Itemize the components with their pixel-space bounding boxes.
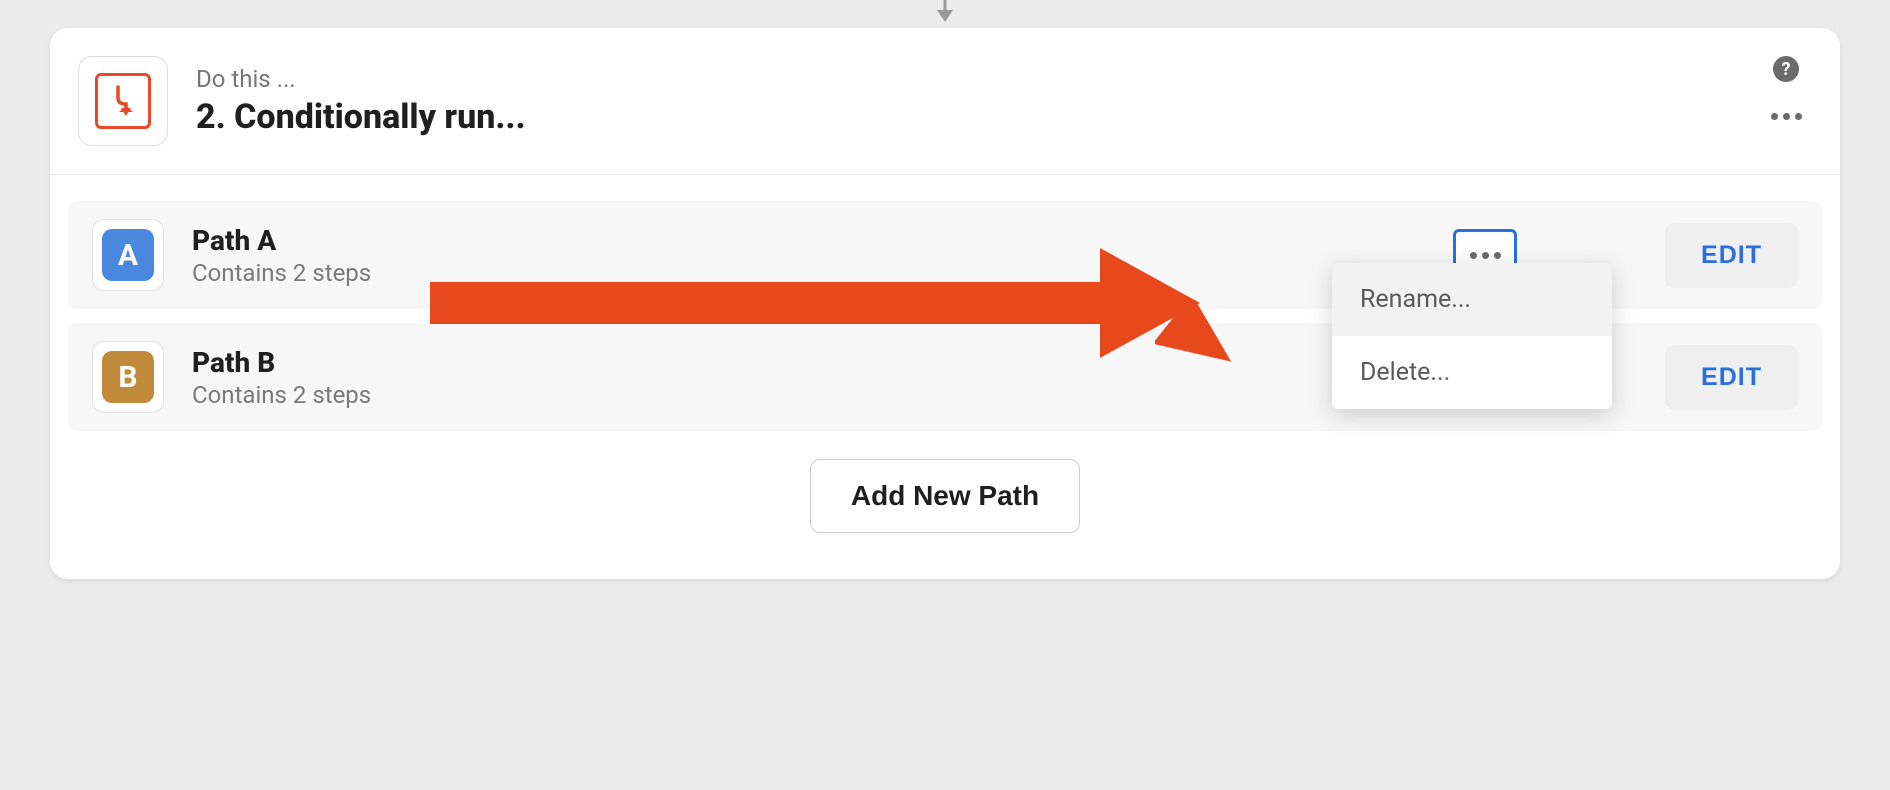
step-label: Do this ... <box>196 65 1800 93</box>
path-name: Path B <box>192 346 1425 379</box>
edit-path-button[interactable]: EDIT <box>1665 345 1798 410</box>
path-badge-container: A <box>92 219 164 291</box>
path-name: Path A <box>192 224 1425 257</box>
path-text-group: Path B Contains 2 steps <box>192 346 1425 409</box>
path-subtitle: Contains 2 steps <box>192 381 1425 409</box>
path-context-menu: Rename... Delete... <box>1332 263 1612 409</box>
path-badge-container: B <box>92 341 164 413</box>
path-subtitle: Contains 2 steps <box>192 259 1425 287</box>
path-text-group: Path A Contains 2 steps <box>192 224 1425 287</box>
step-title: 2. Conditionally run... <box>196 97 1800 137</box>
header-text-group: Do this ... 2. Conditionally run... <box>196 65 1800 137</box>
add-new-path-button[interactable]: Add New Path <box>810 459 1080 533</box>
path-badge-b: B <box>102 351 154 403</box>
paths-step-card: Do this ... 2. Conditionally run... ? A … <box>50 28 1840 579</box>
card-header: Do this ... 2. Conditionally run... ? <box>50 28 1840 175</box>
step-app-icon-container <box>78 56 168 146</box>
rename-menu-item[interactable]: Rename... <box>1332 263 1612 336</box>
card-body: A Path A Contains 2 steps EDIT Rename...… <box>50 175 1840 579</box>
path-row-a[interactable]: A Path A Contains 2 steps EDIT Rename...… <box>68 201 1822 309</box>
path-badge-a: A <box>102 229 154 281</box>
help-icon[interactable]: ? <box>1773 56 1799 82</box>
delete-menu-item[interactable]: Delete... <box>1332 336 1612 409</box>
paths-branch-icon <box>95 73 151 129</box>
flow-connector-arrow-icon <box>934 0 956 28</box>
step-more-menu-button[interactable] <box>1766 104 1806 128</box>
edit-path-button[interactable]: EDIT <box>1665 223 1798 288</box>
